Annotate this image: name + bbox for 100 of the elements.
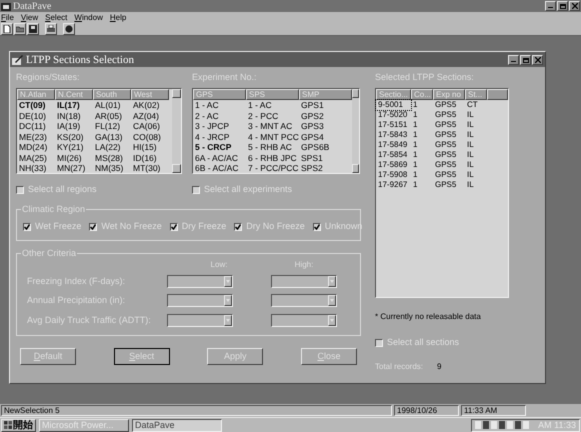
list-item[interactable]: CO(08) (131, 132, 169, 142)
list-item[interactable]: AR(05) (93, 110, 131, 121)
dropdown-field[interactable] (167, 314, 233, 327)
list-item[interactable]: ID(16) (131, 152, 169, 163)
maximize-icon[interactable] (557, 1, 568, 11)
list-item[interactable]: MA(25) (17, 152, 55, 163)
list-item[interactable]: GPS1 (299, 100, 352, 110)
checkbox[interactable] (192, 186, 200, 194)
table-row[interactable]: 17-5020 1 GPS5 IL (376, 110, 508, 120)
maximize-icon[interactable] (520, 54, 531, 64)
list-item[interactable]: MN(27) (55, 163, 93, 174)
list-item[interactable]: SPS1 (299, 152, 352, 163)
open-folder-icon[interactable] (14, 22, 26, 34)
dropdown-field[interactable] (271, 274, 337, 288)
checkbox[interactable] (234, 222, 242, 230)
close-icon[interactable] (532, 54, 543, 64)
list-item[interactable]: HI(15) (131, 142, 169, 152)
list-item[interactable]: 6 - RHB JPC (246, 152, 299, 163)
menu-item[interactable]: View (20, 12, 38, 22)
table-row[interactable]: 9-5001 1 GPS5 CT (376, 100, 508, 110)
close-icon[interactable] (569, 1, 580, 11)
list-item[interactable]: KS(20) (55, 132, 93, 142)
dropdown-field[interactable] (167, 274, 233, 288)
list-item[interactable]: DC(11) (17, 121, 55, 132)
list-item[interactable]: GPS6B (299, 142, 352, 152)
list-item[interactable]: NH(33) (17, 163, 55, 174)
list-item[interactable]: ME(23) (17, 132, 55, 142)
list-item[interactable]: CA(06) (131, 121, 169, 132)
table-row[interactable]: 17-9267 1 GPS5 IL (376, 180, 508, 190)
list-item[interactable]: 3 - MNT AC (246, 121, 299, 132)
table-cell-text: 17-9267 (377, 180, 408, 190)
list-item[interactable]: LA(22) (93, 142, 131, 152)
scrollbar[interactable] (172, 89, 181, 173)
list-item[interactable]: MI(26) (55, 152, 93, 163)
new-file-icon[interactable] (1, 22, 13, 34)
list-item[interactable]: DE(10) (17, 110, 55, 121)
list-item[interactable]: 2 - AC (193, 110, 246, 121)
list-item[interactable]: 4 - MNT PCC (246, 132, 299, 142)
list-item[interactable]: 5 - RHB AC (246, 142, 299, 152)
checkbox[interactable] (23, 222, 31, 230)
menu-item[interactable]: File (1, 12, 14, 22)
list-item[interactable]: IA(19) (55, 121, 93, 132)
table-row[interactable]: 17-5869 1 GPS5 IL (376, 160, 508, 170)
windows-logo-icon (4, 421, 12, 429)
list-item[interactable]: CT(09) (17, 100, 55, 110)
table-cell-text: 17-5843 (377, 130, 408, 140)
list-item[interactable]: AK(02) (131, 100, 169, 110)
list-item[interactable]: GA(13) (93, 132, 131, 142)
dropdown-field[interactable] (167, 294, 233, 308)
print-icon[interactable] (45, 22, 57, 34)
list-item[interactable]: MD(24) (17, 142, 55, 152)
list-item[interactable]: GPS3 (299, 121, 352, 132)
list-item[interactable]: 3 - JPCP (193, 121, 246, 132)
table-cell-text: IL (466, 180, 475, 190)
list-item[interactable]: 4 - JRCP (193, 132, 246, 142)
list-item[interactable]: 1 - AC (193, 100, 246, 110)
list-item[interactable]: GPS4 (299, 132, 352, 142)
table-cell-text: 1 (412, 140, 418, 150)
list-item[interactable]: AZ(04) (131, 110, 169, 121)
scrollbar[interactable] (352, 89, 359, 173)
checkbox[interactable] (170, 222, 178, 230)
minimize-icon[interactable] (508, 54, 519, 64)
list-item[interactable]: 6B - AC/AC (193, 163, 246, 174)
list-item[interactable]: IL(17) (55, 100, 93, 110)
table-cell-text: 1 (412, 170, 418, 180)
checkbox[interactable] (375, 338, 383, 347)
list-item[interactable]: 5 - CRCP (193, 142, 246, 152)
table-cell-text: 1 (412, 100, 418, 110)
table-row[interactable]: 17-5849 1 GPS5 IL (376, 140, 508, 150)
list-item[interactable]: NM(35) (93, 163, 131, 174)
list-item[interactable]: GPS2 (299, 110, 352, 121)
checkbox-label: Dry Freeze (182, 220, 226, 233)
menu-item[interactable]: Select (45, 12, 68, 22)
list-item[interactable]: AL(01) (93, 100, 131, 110)
menu-item[interactable]: Help (110, 12, 126, 22)
list-item[interactable]: FL(12) (93, 121, 131, 132)
taskbar-button[interactable]: DataPave (132, 418, 222, 432)
list-item[interactable]: 7 - PCC/PCC (246, 163, 299, 174)
menu-item[interactable]: Window (74, 12, 103, 22)
list-item[interactable]: KY(21) (55, 142, 93, 152)
checkbox[interactable] (16, 186, 24, 194)
dropdown-field[interactable] (271, 314, 337, 327)
minimize-icon[interactable] (545, 1, 556, 11)
list-item[interactable]: MT(30) (131, 163, 169, 174)
start-button[interactable]: 開始 (1, 418, 36, 432)
list-item[interactable]: IN(18) (55, 110, 93, 121)
table-row[interactable]: 17-5151 1 GPS5 IL (376, 120, 508, 130)
list-item[interactable]: 6A - AC/AC (193, 152, 246, 163)
table-row[interactable]: 17-5854 1 GPS5 IL (376, 150, 508, 160)
list-item[interactable]: MS(28) (93, 152, 131, 163)
table-row[interactable]: 17-5843 1 GPS5 IL (376, 130, 508, 140)
list-item[interactable]: 1 - AC (246, 100, 299, 110)
save-icon[interactable] (27, 22, 39, 34)
checkbox[interactable] (312, 222, 321, 230)
column-header[interactable] (487, 89, 508, 100)
dropdown-field[interactable] (271, 294, 337, 308)
table-row[interactable]: 17-5908 1 GPS5 IL (376, 170, 508, 180)
list-item[interactable]: 2 - PCC (246, 110, 299, 121)
checkbox[interactable] (89, 222, 98, 230)
list-item[interactable]: SPS2 (299, 163, 352, 174)
